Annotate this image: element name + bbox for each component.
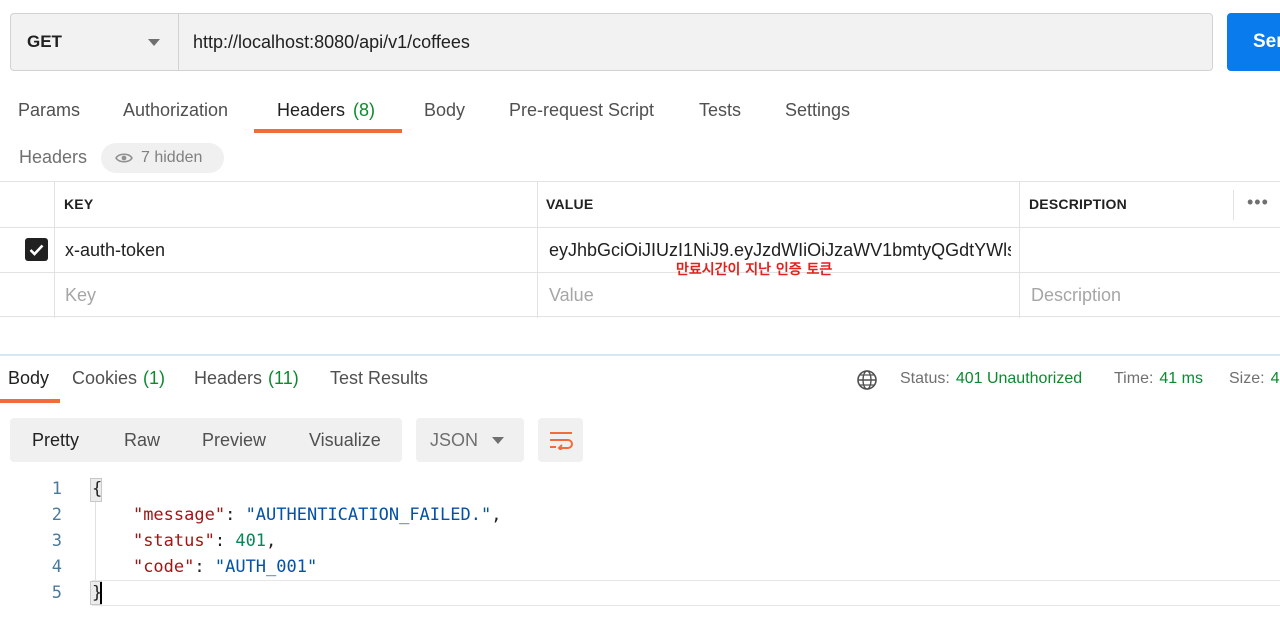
response-status[interactable]: Status: 401 Unauthorized (900, 370, 1082, 388)
column-key: KEY (64, 196, 94, 212)
new-key-input[interactable]: Key (65, 285, 96, 306)
pane-divider[interactable] (0, 354, 1280, 356)
tab-body[interactable]: Body (424, 88, 465, 132)
header-key-cell[interactable]: x-auth-token (65, 240, 165, 261)
new-description-input[interactable]: Description (1031, 285, 1121, 306)
column-value: VALUE (546, 196, 594, 212)
globe-icon[interactable] (856, 369, 878, 391)
column-divider (537, 182, 538, 318)
tab-tests[interactable]: Tests (699, 88, 741, 132)
more-options-icon[interactable]: ••• (1247, 192, 1269, 213)
line-number: 3 (51, 531, 62, 551)
method-select[interactable]: GET (11, 14, 179, 70)
row-enabled-checkbox[interactable] (25, 238, 48, 261)
active-tab-indicator (254, 129, 402, 133)
mode-preview[interactable]: Preview (202, 430, 266, 451)
column-divider (1233, 190, 1234, 220)
code-line-2: "message": "AUTHENTICATION_FAILED.", (132, 505, 502, 525)
text-cursor (100, 582, 102, 604)
line-number: 5 (51, 583, 62, 603)
format-select[interactable]: JSON (416, 418, 524, 462)
table-row-new: Key Value Description (0, 273, 1280, 318)
code-line-1: { (92, 479, 103, 499)
expired-token-annotation: 만료시간이 지난 인증 토큰 (676, 262, 833, 278)
current-line-highlight (92, 580, 1280, 606)
mode-pretty[interactable]: Pretty (32, 430, 79, 451)
hidden-count: 7 hidden (141, 149, 203, 166)
header-value-cell[interactable]: eyJhbGciOiJIUzI1NiJ9.eyJzdWIiOiJzaWV1bmt… (549, 240, 1011, 261)
tab-settings[interactable]: Settings (785, 88, 850, 132)
url-input[interactable]: http://localhost:8080/api/v1/coffees (179, 14, 1212, 70)
table-header-row: KEY VALUE DESCRIPTION ••• (0, 182, 1280, 228)
line-number: 1 (51, 479, 62, 499)
response-tab-body[interactable]: Body (8, 368, 49, 389)
tab-authorization[interactable]: Authorization (123, 88, 228, 132)
chevron-down-icon (492, 437, 504, 444)
response-time[interactable]: Time: 41 ms (1114, 370, 1203, 388)
headers-table: KEY VALUE DESCRIPTION ••• x-auth-token e… (0, 181, 1280, 318)
size-value: 4 (1270, 370, 1280, 387)
chevron-down-icon (148, 38, 160, 46)
checkmark-icon (29, 244, 44, 256)
eye-icon (115, 153, 133, 163)
code-line-4: "code": "AUTH_001" (132, 557, 318, 577)
response-size[interactable]: Size: 4 (1229, 370, 1279, 388)
line-number: 2 (51, 505, 62, 525)
response-body-viewer[interactable]: 1 2 3 4 5 { "message": "AUTHENTICATION_F… (0, 476, 1280, 608)
wrap-lines-icon (549, 432, 573, 450)
new-value-input[interactable]: Value (549, 285, 594, 306)
hidden-headers-toggle[interactable]: 7 hidden (101, 143, 224, 173)
headers-section-label: Headers (19, 147, 88, 167)
tab-pre-request-script[interactable]: Pre-request Script (509, 88, 654, 132)
column-divider (1019, 182, 1020, 318)
code-line-3: "status": 401, (132, 531, 277, 551)
status-value: 401 Unauthorized (955, 370, 1083, 387)
response-tab-cookies[interactable]: Cookies (1) (72, 368, 165, 389)
tab-headers[interactable]: Headers (8) (277, 88, 375, 132)
column-divider (54, 182, 55, 318)
wrap-lines-button[interactable] (538, 418, 583, 462)
send-button[interactable]: Send (1227, 13, 1280, 71)
method-label: GET (27, 32, 62, 51)
response-tab-test-results[interactable]: Test Results (330, 368, 428, 389)
format-label: JSON (430, 429, 479, 450)
headers-count: (8) (353, 99, 376, 120)
mode-visualize[interactable]: Visualize (309, 430, 381, 451)
tab-params[interactable]: Params (18, 88, 80, 132)
line-number: 4 (51, 557, 62, 577)
time-value: 41 ms (1159, 370, 1203, 387)
active-response-tab-indicator (0, 399, 60, 403)
column-description: DESCRIPTION (1029, 196, 1127, 212)
response-tab-headers[interactable]: Headers (11) (194, 368, 299, 389)
view-mode-group: Pretty Raw Preview Visualize (10, 418, 402, 462)
url-bar: GET http://localhost:8080/api/v1/coffees (10, 13, 1213, 71)
mode-raw[interactable]: Raw (124, 430, 160, 451)
table-row: x-auth-token eyJhbGciOiJIUzI1NiJ9.eyJzdW… (0, 228, 1280, 273)
